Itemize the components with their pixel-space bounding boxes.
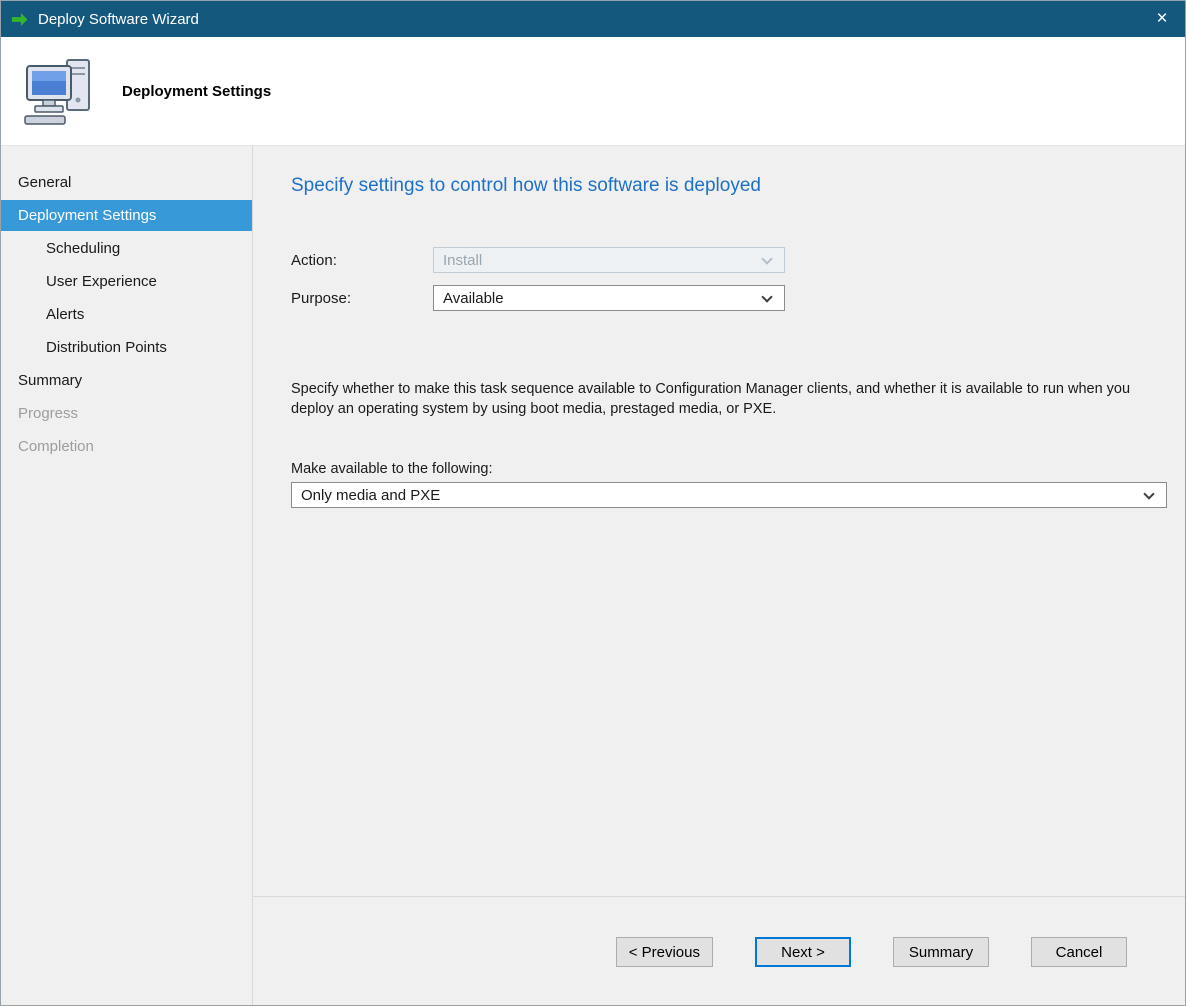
wizard-green-arrow-icon xyxy=(10,10,29,29)
nav-item-alerts[interactable]: Alerts xyxy=(1,299,252,330)
chevron-down-icon xyxy=(1143,488,1154,499)
nav-item-progress: Progress xyxy=(1,398,252,429)
close-button[interactable]: × xyxy=(1139,1,1185,37)
nav-item-distribution-points[interactable]: Distribution Points xyxy=(1,332,252,363)
wizard-main: Specify settings to control how this sof… xyxy=(253,146,1185,1005)
close-icon: × xyxy=(1156,8,1167,30)
purpose-value: Available xyxy=(443,290,504,307)
page-heading: Specify settings to control how this sof… xyxy=(291,175,1165,197)
purpose-label: Purpose: xyxy=(291,290,433,307)
window-title: Deploy Software Wizard xyxy=(38,11,199,28)
action-label: Action: xyxy=(291,252,433,269)
wizard-header: Deployment Settings xyxy=(1,37,1185,146)
purpose-row: Purpose: Available xyxy=(291,285,1165,311)
purpose-select[interactable]: Available xyxy=(433,285,785,311)
next-button[interactable]: Next > xyxy=(755,937,851,967)
action-value: Install xyxy=(443,252,482,269)
page-description: Specify whether to make this task sequen… xyxy=(291,379,1153,419)
previous-button[interactable]: < Previous xyxy=(616,937,713,967)
wizard-body: General Deployment Settings Scheduling U… xyxy=(1,146,1185,1005)
nav-item-deployment-settings[interactable]: Deployment Settings xyxy=(1,200,252,231)
nav-item-summary[interactable]: Summary xyxy=(1,365,252,396)
action-select: Install xyxy=(433,247,785,273)
make-available-value: Only media and PXE xyxy=(301,487,440,504)
page-name: Deployment Settings xyxy=(122,83,271,100)
computer-icon xyxy=(21,54,101,128)
make-available-select[interactable]: Only media and PXE xyxy=(291,482,1167,508)
summary-button[interactable]: Summary xyxy=(893,937,989,967)
wizard-footer: < Previous Next > Summary Cancel xyxy=(253,896,1185,1005)
nav-item-completion: Completion xyxy=(1,431,252,462)
nav-item-scheduling[interactable]: Scheduling xyxy=(1,233,252,264)
nav-item-general[interactable]: General xyxy=(1,167,252,198)
nav-item-user-experience[interactable]: User Experience xyxy=(1,266,252,297)
make-available-label: Make available to the following: xyxy=(291,461,1165,477)
cancel-button[interactable]: Cancel xyxy=(1031,937,1127,967)
deploy-software-wizard-window: Deploy Software Wizard × Deployment Sett… xyxy=(0,0,1186,1006)
chevron-down-icon xyxy=(761,253,772,264)
wizard-nav: General Deployment Settings Scheduling U… xyxy=(1,146,253,1005)
title-bar: Deploy Software Wizard × xyxy=(1,1,1185,37)
chevron-down-icon xyxy=(761,291,772,302)
page-content: Specify settings to control how this sof… xyxy=(253,146,1185,896)
action-row: Action: Install xyxy=(291,247,1165,273)
